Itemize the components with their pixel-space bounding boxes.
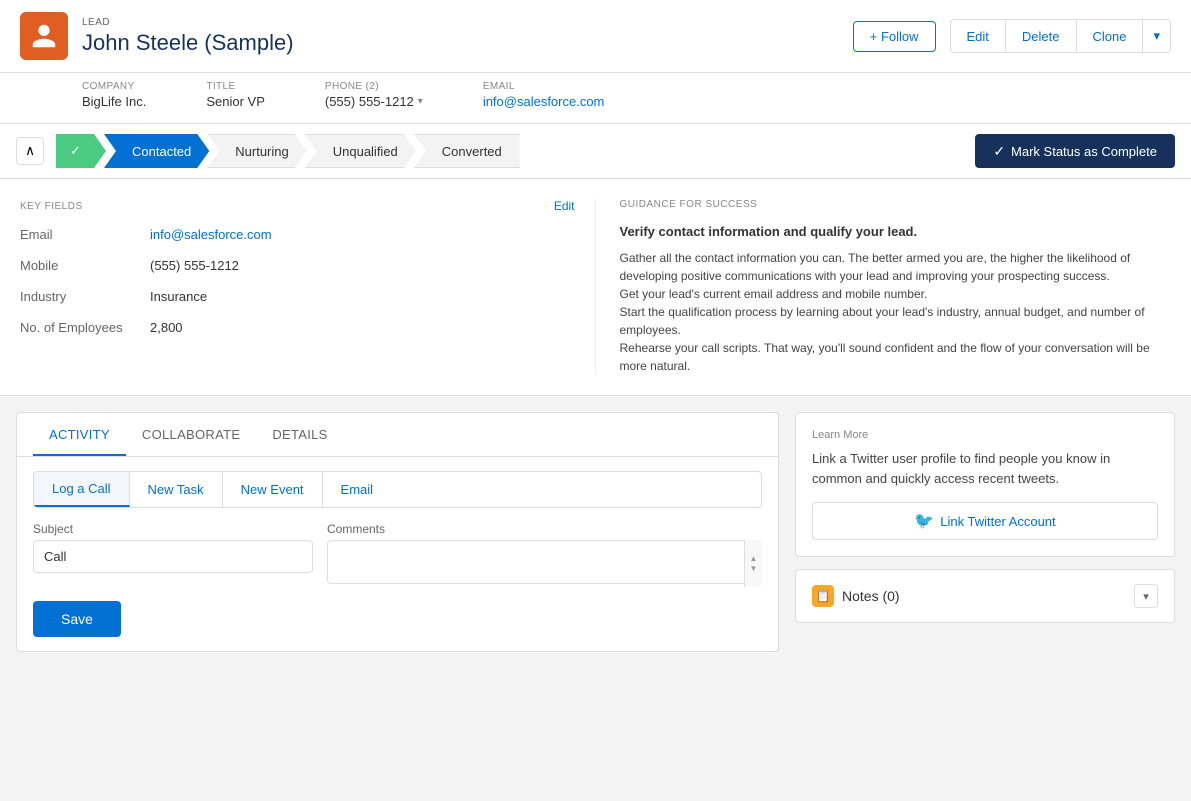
stage-nurturing[interactable]: Nurturing: [207, 134, 306, 168]
mobile-field-value: (555) 555-1212: [150, 258, 239, 273]
phone-label: PHONE (2): [325, 81, 423, 92]
notes-header: 📋 Notes (0) ▾: [796, 570, 1174, 622]
phone-field: PHONE (2) (555) 555-1212 ▾: [325, 81, 423, 109]
mark-status-complete-button[interactable]: ✓ Mark Status as Complete: [975, 134, 1175, 168]
title-label: TITLE: [206, 81, 265, 92]
comments-group: Comments ▲ ▼: [327, 522, 762, 587]
title-field: TITLE Senior VP: [206, 81, 265, 109]
link-twitter-label: Link Twitter Account: [940, 514, 1055, 529]
save-button[interactable]: Save: [33, 601, 121, 637]
clone-button[interactable]: Clone: [1076, 19, 1143, 53]
mark-status-label: Mark Status as Complete: [1011, 144, 1157, 159]
company-label: COMPANY: [82, 81, 146, 92]
company-field: COMPANY BigLife Inc.: [82, 81, 146, 109]
guidance-heading: Verify contact information and qualify y…: [620, 224, 1172, 239]
status-section: ∧ ✓ Contacted Nurturing Unqualified Conv…: [0, 124, 1191, 179]
log-call-form: Subject Comments ▲ ▼: [33, 522, 762, 587]
mobile-field-label: Mobile: [20, 258, 140, 273]
email-value[interactable]: info@salesforce.com: [483, 94, 605, 109]
twitter-card: Learn More Link a Twitter user profile t…: [795, 412, 1175, 557]
stage-unqualified[interactable]: Unqualified: [305, 134, 416, 168]
employees-field-label: No. of Employees: [20, 320, 140, 335]
email-label: EMAIL: [483, 81, 605, 92]
right-panel: Learn More Link a Twitter user profile t…: [795, 412, 1175, 652]
notes-title-label: Notes (0): [842, 588, 900, 604]
follow-button[interactable]: + Follow: [853, 21, 936, 52]
mobile-field-row: Mobile (555) 555-1212: [20, 258, 575, 273]
record-type-label: LEAD: [82, 17, 839, 28]
person-icon: [30, 22, 58, 50]
comments-label: Comments: [327, 522, 762, 536]
tab-collaborate[interactable]: COLLABORATE: [126, 413, 256, 456]
lead-info: LEAD John Steele (Sample): [82, 17, 839, 56]
status-bar: ∧ ✓ Contacted Nurturing Unqualified Conv…: [0, 124, 1191, 178]
activity-content: Log a Call New Task New Event Email Subj…: [17, 457, 778, 651]
edit-button[interactable]: Edit: [950, 19, 1005, 53]
industry-field-row: Industry Insurance: [20, 289, 575, 304]
action-buttons: Edit Delete Clone ▾: [950, 19, 1171, 53]
textarea-resize-handle[interactable]: ▲ ▼: [744, 540, 762, 587]
phone-value-row: (555) 555-1212 ▾: [325, 94, 423, 109]
tab-details[interactable]: DETAILS: [256, 413, 343, 456]
main-content: KEY FIELDS Edit Email info@salesforce.co…: [0, 179, 1191, 396]
guidance-panel: GUIDANCE FOR SUCCESS Verify contact info…: [596, 199, 1172, 375]
guidance-body: Gather all the contact information you c…: [620, 249, 1172, 375]
learn-more-label: Learn More: [812, 429, 1158, 441]
main-tabs: ACTIVITY COLLABORATE DETAILS: [17, 413, 778, 457]
email-field: EMAIL info@salesforce.com: [483, 81, 605, 109]
tab-activity[interactable]: ACTIVITY: [33, 413, 126, 456]
notes-collapse-button[interactable]: ▾: [1134, 584, 1158, 608]
content-grid: KEY FIELDS Edit Email info@salesforce.co…: [0, 179, 1191, 395]
comments-input[interactable]: [327, 540, 762, 584]
subject-group: Subject: [33, 522, 313, 573]
key-fields-panel: KEY FIELDS Edit Email info@salesforce.co…: [20, 199, 596, 375]
email-tab[interactable]: Email: [323, 472, 392, 507]
stage-converted[interactable]: Converted: [414, 134, 520, 168]
collapse-button[interactable]: ∧: [16, 137, 44, 165]
email-field-label: Email: [20, 227, 140, 242]
twitter-icon: 🐦: [914, 511, 934, 531]
email-field-value[interactable]: info@salesforce.com: [150, 227, 272, 242]
activity-panel: ACTIVITY COLLABORATE DETAILS Log a Call …: [16, 412, 779, 652]
industry-field-value: Insurance: [150, 289, 207, 304]
log-call-tab[interactable]: Log a Call: [34, 472, 130, 507]
meta-row: COMPANY BigLife Inc. TITLE Senior VP PHO…: [0, 73, 1191, 124]
employees-field-value: 2,800: [150, 320, 183, 335]
page-header: LEAD John Steele (Sample) + Follow Edit …: [0, 0, 1191, 73]
link-twitter-button[interactable]: 🐦 Link Twitter Account: [812, 502, 1158, 540]
comments-textarea-wrap: ▲ ▼: [327, 540, 762, 587]
industry-field-label: Industry: [20, 289, 140, 304]
resize-down-arrow: ▼: [750, 565, 758, 573]
notes-icon: 📋: [812, 585, 834, 607]
phone-dropdown-icon[interactable]: ▾: [418, 96, 423, 107]
notes-card: 📋 Notes (0) ▾: [795, 569, 1175, 623]
company-value: BigLife Inc.: [82, 94, 146, 109]
subject-label: Subject: [33, 522, 313, 536]
email-field-row: Email info@salesforce.com: [20, 227, 575, 242]
lead-icon: [20, 12, 68, 60]
subject-input[interactable]: [33, 540, 313, 573]
notes-title: 📋 Notes (0): [812, 585, 900, 607]
guidance-title: GUIDANCE FOR SUCCESS: [620, 199, 1172, 210]
stage-steps: ✓ Contacted Nurturing Unqualified Conver…: [56, 134, 963, 168]
new-task-tab[interactable]: New Task: [130, 472, 223, 507]
key-fields-title: KEY FIELDS Edit: [20, 199, 575, 213]
employees-field-row: No. of Employees 2,800: [20, 320, 575, 335]
resize-up-arrow: ▲: [750, 555, 758, 563]
stage-check[interactable]: ✓: [56, 134, 106, 168]
title-value: Senior VP: [206, 94, 265, 109]
key-fields-edit-link[interactable]: Edit: [554, 199, 575, 213]
twitter-desc: Link a Twitter user profile to find peop…: [812, 449, 1158, 488]
phone-value: (555) 555-1212: [325, 94, 414, 109]
stage-contacted[interactable]: Contacted: [104, 134, 209, 168]
more-actions-button[interactable]: ▾: [1142, 19, 1171, 53]
record-name: John Steele (Sample): [82, 30, 839, 56]
delete-button[interactable]: Delete: [1005, 19, 1076, 53]
bottom-section: ACTIVITY COLLABORATE DETAILS Log a Call …: [0, 396, 1191, 668]
new-event-tab[interactable]: New Event: [223, 472, 323, 507]
checkmark-icon: ✓: [993, 143, 1005, 160]
action-tabs: Log a Call New Task New Event Email: [33, 471, 762, 508]
